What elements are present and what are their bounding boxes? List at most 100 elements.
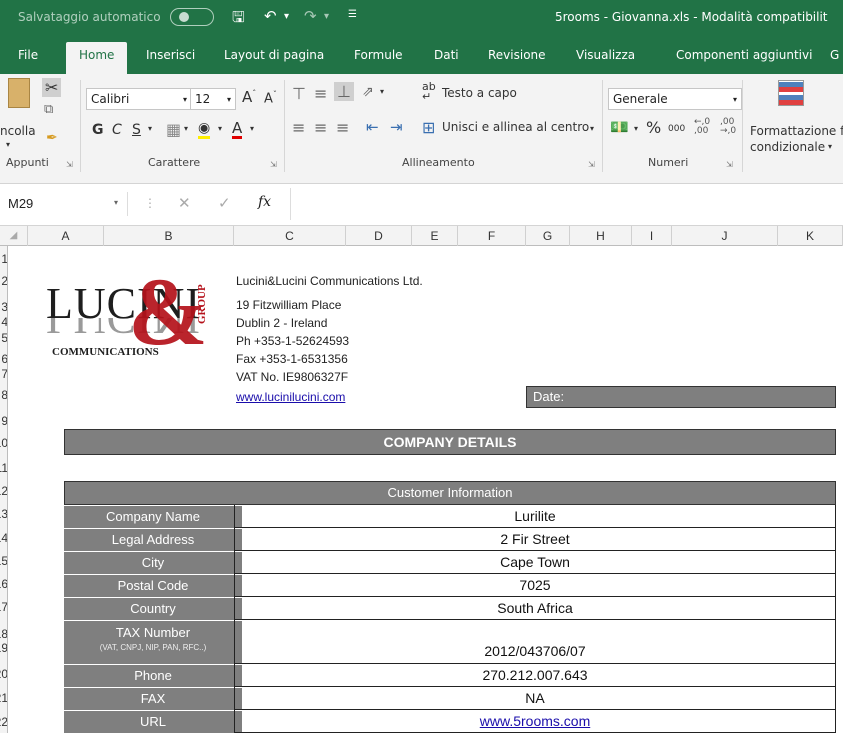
redo-dropdown-icon[interactable]: ▾ <box>324 11 329 22</box>
bold-button[interactable]: G <box>92 122 104 138</box>
row-header[interactable]: 3 <box>0 301 7 313</box>
fill-color-icon[interactable]: ◉ <box>198 120 211 139</box>
align-middle-icon[interactable]: ≡ <box>314 84 327 103</box>
conditional-formatting-button[interactable]: Formattazione f <box>750 124 843 138</box>
customer-url-link[interactable]: www.5rooms.com <box>480 713 590 729</box>
row-header[interactable]: 2 <box>0 275 7 287</box>
decrease-decimal-icon[interactable]: ,00 →,0 <box>720 118 736 136</box>
insert-function-button[interactable]: fx <box>258 194 271 210</box>
increase-indent-icon[interactable]: ⇥ <box>390 118 403 136</box>
row-header[interactable]: 13 <box>0 508 7 520</box>
tab-more[interactable]: G <box>830 48 839 62</box>
borders-icon[interactable]: ▦ <box>166 120 181 139</box>
conditional-formatting-label[interactable]: condizionale <box>750 140 825 154</box>
undo-icon[interactable]: ↶ <box>264 7 277 25</box>
font-launcher-icon[interactable]: ⇲ <box>270 160 277 169</box>
row-header[interactable]: 9 <box>0 415 7 427</box>
field-value-phone[interactable]: 270.212.007.643 <box>234 664 836 687</box>
field-value-fax[interactable]: NA <box>234 687 836 710</box>
align-left-icon[interactable]: ≡ <box>292 118 305 137</box>
merge-center-button[interactable]: Unisci e allinea al centro <box>442 120 589 134</box>
fill-color-dropdown-icon[interactable]: ▾ <box>218 124 222 133</box>
row-header[interactable]: 1 <box>0 253 7 265</box>
field-value-postal-code[interactable]: 7025 <box>234 574 836 597</box>
cancel-icon[interactable]: ✕ <box>178 194 191 212</box>
decrease-font-icon[interactable]: Aˇ <box>264 90 277 106</box>
format-painter-icon[interactable]: ✒ <box>46 130 58 146</box>
font-color-icon[interactable]: A <box>232 120 243 139</box>
currency-dropdown-icon[interactable]: ▾ <box>634 124 638 133</box>
save-icon[interactable]: 🖫 <box>232 7 245 32</box>
row-header[interactable]: 6 <box>0 353 7 365</box>
select-all-corner[interactable]: ◢ <box>0 226 28 246</box>
row-header[interactable]: 10 <box>0 437 7 449</box>
name-box[interactable]: M29 ▾ <box>0 192 128 216</box>
column-header-f[interactable]: F <box>458 226 526 246</box>
formula-input[interactable] <box>290 188 843 220</box>
paste-icon[interactable] <box>8 78 30 108</box>
clipboard-launcher-icon[interactable]: ⇲ <box>66 160 73 169</box>
column-header-a[interactable]: A <box>28 226 104 246</box>
row-header[interactable]: 21 <box>0 692 7 704</box>
font-color-dropdown-icon[interactable]: ▾ <box>250 124 254 133</box>
orientation-dropdown-icon[interactable]: ▾ <box>380 87 384 96</box>
tab-review[interactable]: Revisione <box>488 48 546 62</box>
wrap-text-icon[interactable]: ab ↵ <box>422 81 436 102</box>
tab-data[interactable]: Dati <box>434 48 459 62</box>
field-value-company-name[interactable]: Lurilite <box>234 505 836 528</box>
copy-icon[interactable]: ⧉ <box>44 102 53 117</box>
row-header[interactable]: 18 <box>0 628 7 640</box>
column-header-i[interactable]: I <box>632 226 672 246</box>
increase-font-icon[interactable]: Aˆ <box>242 88 256 106</box>
tab-home[interactable]: Home <box>66 42 128 74</box>
font-name-select[interactable]: Calibri ▾ <box>86 88 192 110</box>
increase-decimal-icon[interactable]: ←,0,00 <box>694 118 710 136</box>
row-header[interactable]: 4 <box>0 316 7 328</box>
row-header[interactable]: 22 <box>0 716 7 728</box>
tab-file[interactable]: File <box>18 48 38 62</box>
cut-icon[interactable]: ✂ <box>42 78 62 97</box>
row-header[interactable]: 14 <box>0 532 7 544</box>
align-center-icon[interactable]: ≡ <box>314 118 327 137</box>
field-value-legal-address[interactable]: 2 Fir Street <box>234 528 836 551</box>
row-header[interactable]: 7 <box>0 368 7 380</box>
column-header-h[interactable]: H <box>570 226 632 246</box>
align-bottom-icon[interactable]: ⊥ <box>334 82 354 101</box>
number-launcher-icon[interactable]: ⇲ <box>726 160 733 169</box>
font-size-select[interactable]: 12 ▾ <box>190 88 236 110</box>
row-header[interactable]: 12 <box>0 485 7 497</box>
paste-label[interactable]: ncolla <box>0 124 36 138</box>
percent-button[interactable]: % <box>646 118 661 137</box>
row-header[interactable]: 20 <box>0 668 7 680</box>
underline-dropdown-icon[interactable]: ▾ <box>148 124 152 133</box>
row-header[interactable]: 15 <box>0 555 7 567</box>
column-header-k[interactable]: K <box>778 226 843 246</box>
field-value-city[interactable]: Cape Town <box>234 551 836 574</box>
tab-addins[interactable]: Componenti aggiuntivi <box>676 48 812 62</box>
align-right-icon[interactable]: ≡ <box>336 118 349 137</box>
row-header[interactable]: 19 <box>0 642 7 654</box>
column-header-b[interactable]: B <box>104 226 234 246</box>
number-format-select[interactable]: Generale ▾ <box>608 88 742 110</box>
merge-dropdown-icon[interactable]: ▾ <box>590 124 594 133</box>
date-field[interactable]: Date: <box>526 386 836 408</box>
enter-icon[interactable]: ✓ <box>218 194 231 212</box>
merge-center-icon[interactable]: ⊞ <box>422 118 435 137</box>
conditional-dropdown-icon[interactable]: ▾ <box>828 142 832 151</box>
row-header[interactable]: 11 <box>0 462 7 474</box>
column-header-e[interactable]: E <box>412 226 458 246</box>
field-value-url[interactable]: www.5rooms.com <box>234 710 836 733</box>
row-header[interactable]: 8 <box>0 389 7 401</box>
italic-button[interactable]: C <box>112 122 122 138</box>
wrap-text-button[interactable]: Testo a capo <box>442 86 517 100</box>
column-header-d[interactable]: D <box>346 226 412 246</box>
row-header[interactable]: 5 <box>0 332 7 344</box>
field-value-tax-number[interactable]: 2012/043706/07 <box>234 620 836 664</box>
conditional-formatting-icon[interactable] <box>778 80 804 106</box>
orientation-icon[interactable]: ⇗ <box>362 84 374 100</box>
column-header-j[interactable]: J <box>672 226 778 246</box>
field-value-country[interactable]: South Africa <box>234 597 836 620</box>
alignment-launcher-icon[interactable]: ⇲ <box>588 160 595 169</box>
column-header-c[interactable]: C <box>234 226 346 246</box>
align-top-icon[interactable]: ⊤ <box>292 84 306 103</box>
